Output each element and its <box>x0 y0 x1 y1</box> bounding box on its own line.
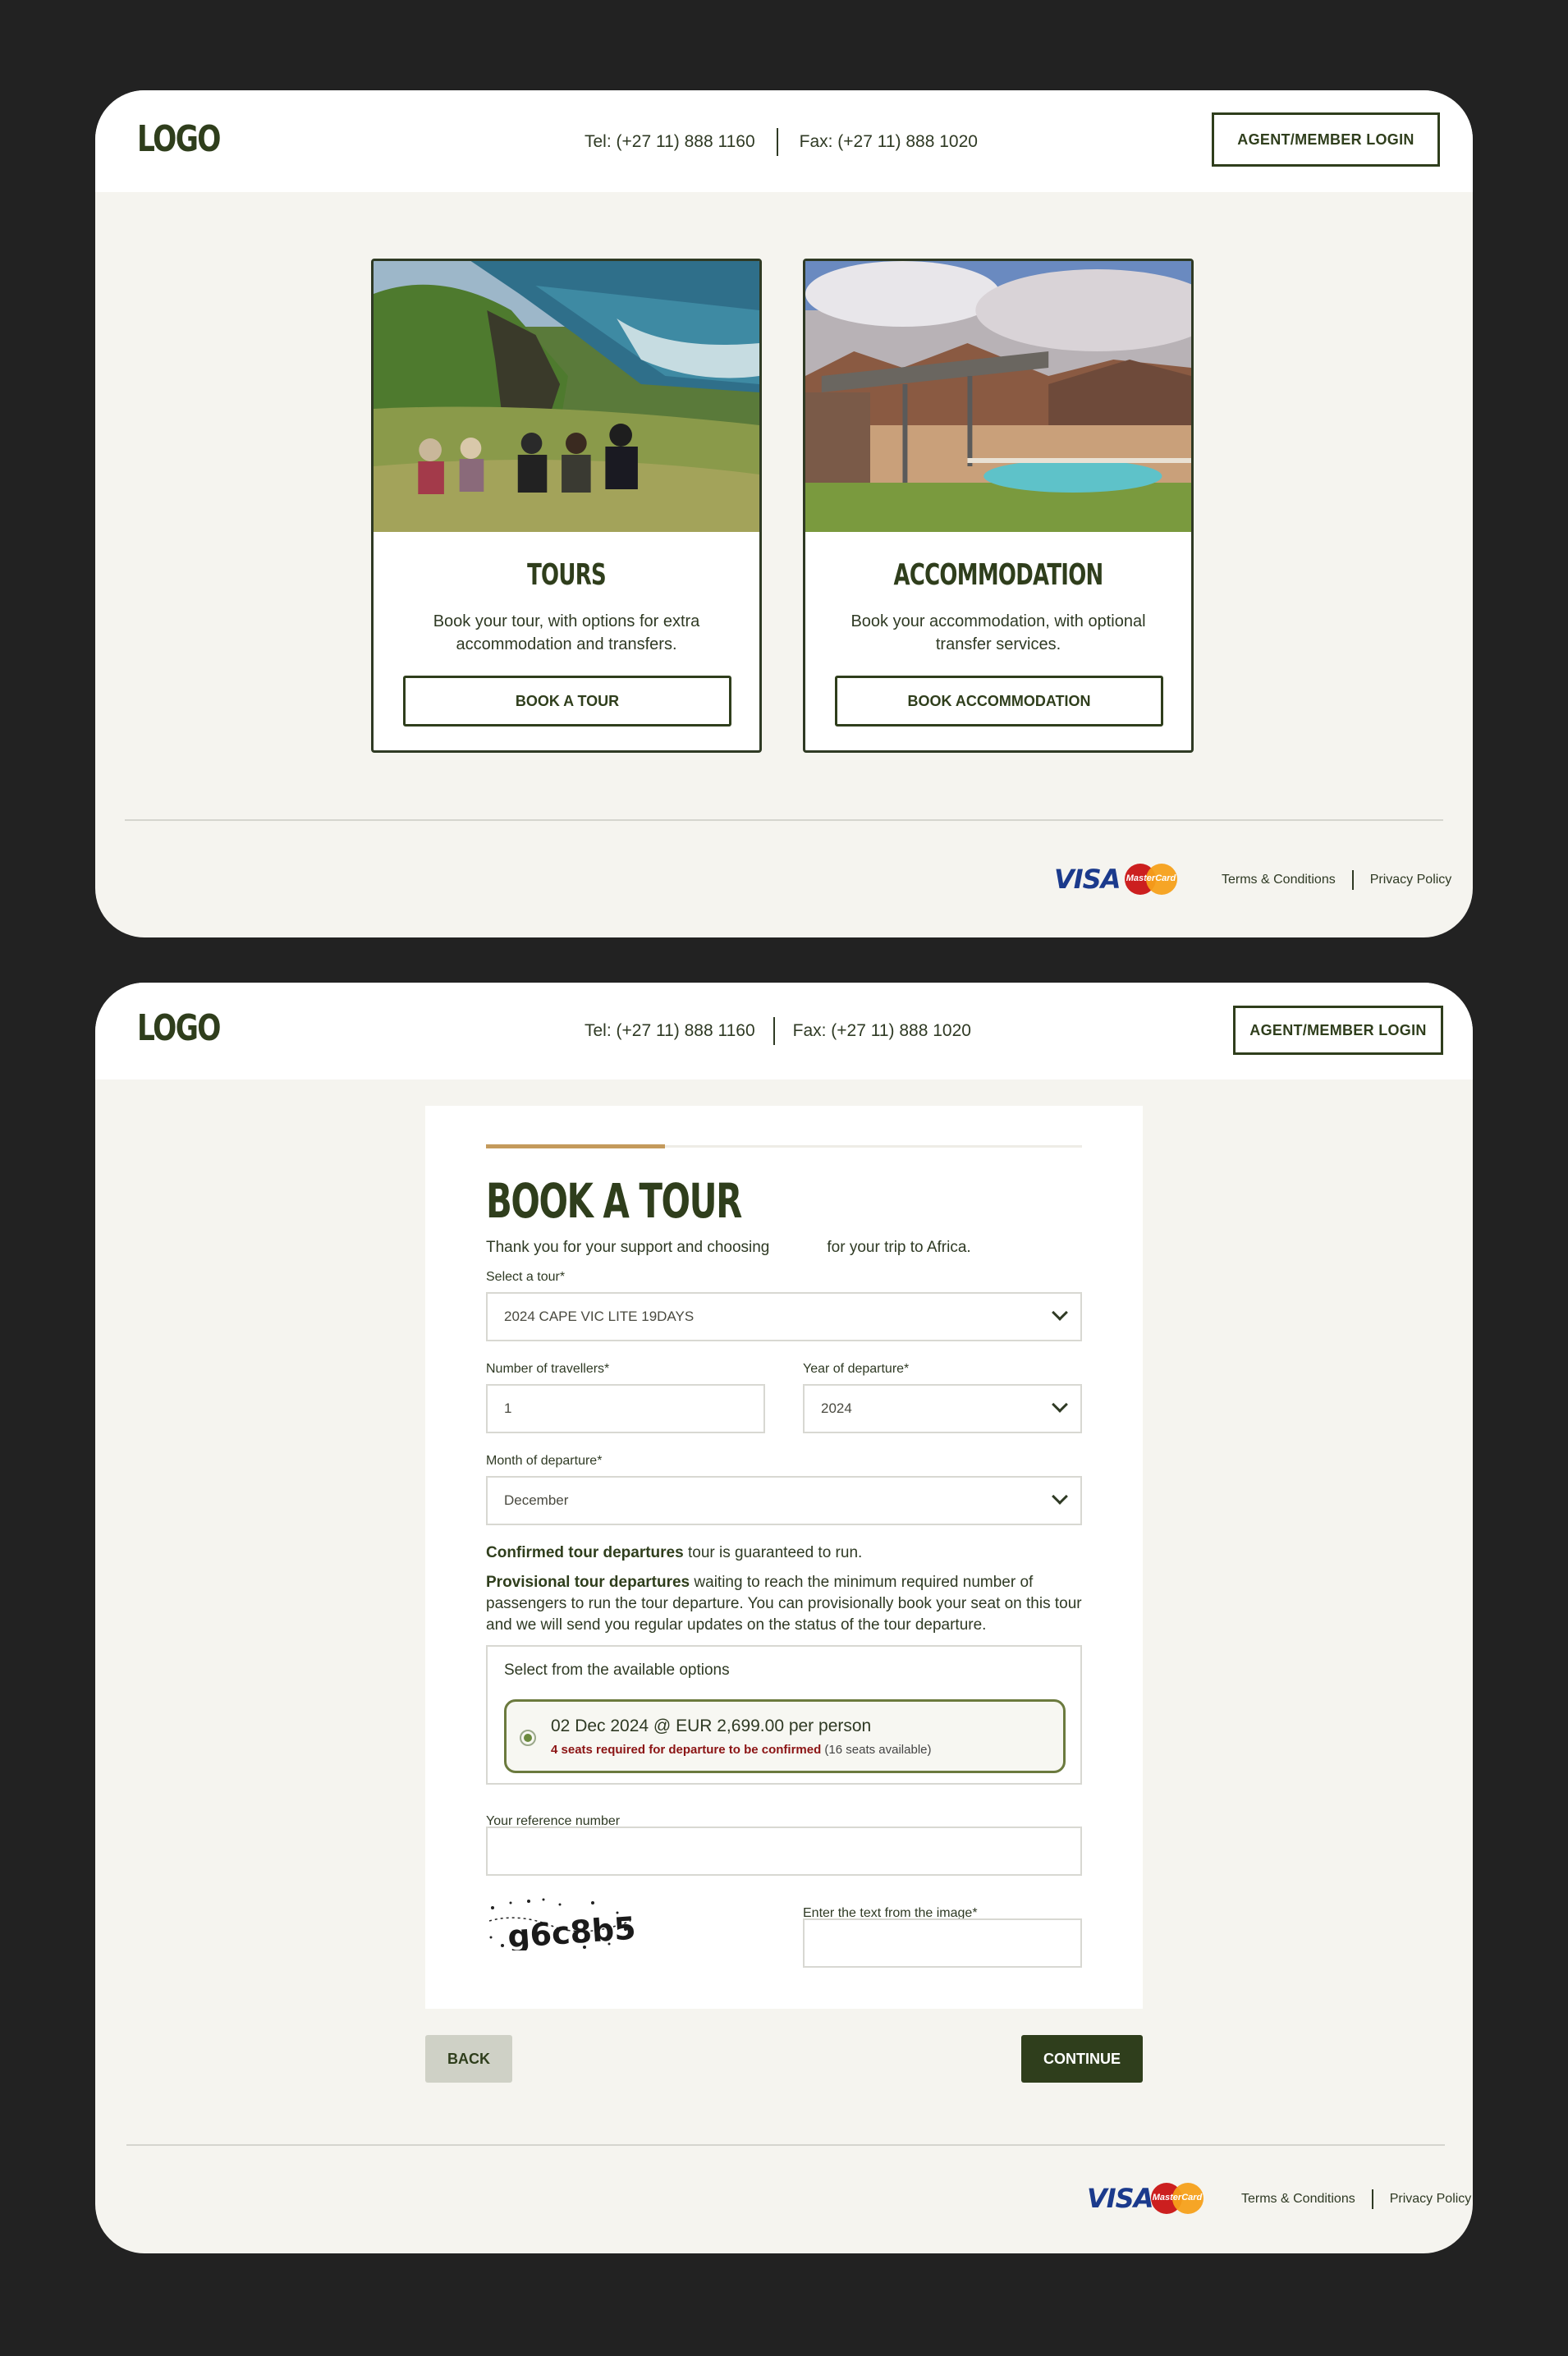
travellers-value: 1 <box>504 1400 512 1416</box>
book-accommodation-button[interactable]: BOOK ACCOMMODATION <box>835 676 1163 727</box>
card-description: Book your tour, with options for extra a… <box>433 612 700 653</box>
book-tour-button[interactable]: BOOK A TOUR <box>403 676 731 727</box>
option-seat-info: 4 seats required for departure to be con… <box>551 1743 932 1757</box>
accommodation-card: ACCOMMODATION Book your accommodation, w… <box>803 259 1194 753</box>
options-title: Select from the available options <box>504 1662 730 1679</box>
intro-text-start: Thank you for your support and choosing <box>486 1239 770 1256</box>
travellers-label: Number of travellers* <box>486 1362 610 1376</box>
contact-divider <box>773 1017 775 1045</box>
site-logo[interactable]: LOGO <box>137 118 222 160</box>
reference-input[interactable] <box>486 1827 1082 1876</box>
seats-required-text: 4 seats required for departure to be con… <box>551 1743 822 1757</box>
site-header: LOGO Tel: (+27 11) 888 1160 Fax: (+27 11… <box>95 90 1473 192</box>
card-description: Book your accommodation, with optional t… <box>850 612 1146 653</box>
footer-divider <box>126 2144 1445 2146</box>
confirmed-note-bold: Confirmed tour departures <box>486 1544 684 1561</box>
month-dropdown[interactable]: December <box>486 1476 1082 1525</box>
seats-available-text: (16 seats available) <box>821 1743 932 1757</box>
departure-options-box: Select from the available options 02 Dec… <box>486 1645 1082 1785</box>
form-title: BOOK A TOUR <box>486 1173 742 1229</box>
fax-number: Fax: (+27 11) 888 1020 <box>792 1021 971 1040</box>
booking-panel: LOGO Tel: (+27 11) 888 1160 Fax: (+27 11… <box>95 983 1473 2253</box>
fax-number: Fax: (+27 11) 888 1020 <box>799 132 978 151</box>
terms-link[interactable]: Terms & Conditions <box>1241 2192 1355 2207</box>
mastercard-logo: MasterCard <box>1151 2183 1204 2214</box>
radio-selected-dot <box>524 1734 532 1742</box>
radio-button[interactable] <box>520 1730 536 1746</box>
back-button[interactable]: BACK <box>425 2035 512 2083</box>
travellers-input[interactable]: 1 <box>486 1384 765 1433</box>
captcha-image: g6c8b5 <box>486 1896 634 1950</box>
site-logo[interactable]: LOGO <box>137 1007 222 1049</box>
visa-logo: VISA <box>1054 864 1121 895</box>
select-tour-label: Select a tour* <box>486 1270 566 1284</box>
footer-links: Terms & Conditions Privacy Policy <box>1241 2189 1471 2209</box>
desert-lodge-pool-photo <box>805 261 1191 532</box>
chevron-down-icon <box>1052 1488 1068 1505</box>
tours-card: TOURS Book your tour, with options for e… <box>371 259 762 753</box>
intro-text: Thank you for your support and choosing f… <box>486 1239 971 1257</box>
year-dropdown[interactable]: 2024 <box>803 1384 1082 1433</box>
agent-member-login-button[interactable]: AGENT/MEMBER LOGIN <box>1212 112 1440 167</box>
footer-link-divider <box>1351 870 1354 890</box>
visa-logo: VISA <box>1087 2183 1153 2214</box>
select-tour-dropdown[interactable]: 2024 CAPE VIC LITE 19DAYS <box>486 1292 1082 1341</box>
chevron-down-icon <box>1052 1396 1068 1413</box>
telephone-number: Tel: (+27 11) 888 1160 <box>585 1021 755 1040</box>
year-label: Year of departure* <box>803 1362 910 1376</box>
departure-option[interactable]: 02 Dec 2024 @ EUR 2,699.00 per person 4 … <box>504 1699 1066 1773</box>
confirmed-note-text: tour is guaranteed to run. <box>683 1544 863 1561</box>
select-tour-value: 2024 CAPE VIC LITE 19DAYS <box>504 1309 695 1324</box>
coastal-hikers-photo <box>374 261 759 532</box>
contact-info: Tel: (+27 11) 888 1160 Fax: (+27 11) 888… <box>585 1017 971 1045</box>
intro-text-end: for your trip to Africa. <box>827 1239 971 1256</box>
provisional-note: Provisional tour departures waiting to r… <box>486 1572 1085 1636</box>
agent-member-login-button[interactable]: AGENT/MEMBER LOGIN <box>1233 1006 1443 1055</box>
confirmed-note: Confirmed tour departures tour is guaran… <box>486 1542 1085 1564</box>
card-title: TOURS <box>527 558 607 592</box>
captcha-input[interactable] <box>803 1918 1082 1968</box>
provisional-note-bold: Provisional tour departures <box>486 1574 690 1591</box>
footer-divider <box>125 819 1443 821</box>
contact-divider <box>776 128 778 156</box>
chevron-down-icon <box>1052 1304 1068 1321</box>
progress-fill <box>486 1144 665 1148</box>
privacy-link[interactable]: Privacy Policy <box>1390 2192 1472 2207</box>
mastercard-logo: MasterCard <box>1125 864 1177 895</box>
terms-link[interactable]: Terms & Conditions <box>1222 873 1336 887</box>
landing-panel: LOGO Tel: (+27 11) 888 1160 Fax: (+27 11… <box>95 90 1473 937</box>
year-value: 2024 <box>821 1400 852 1416</box>
card-title: ACCOMMODATION <box>893 558 1103 592</box>
contact-info: Tel: (+27 11) 888 1160 Fax: (+27 11) 888… <box>585 128 978 156</box>
telephone-number: Tel: (+27 11) 888 1160 <box>585 132 755 151</box>
site-header: LOGO Tel: (+27 11) 888 1160 Fax: (+27 11… <box>95 983 1473 1079</box>
continue-button[interactable]: CONTINUE <box>1021 2035 1143 2083</box>
month-value: December <box>504 1492 569 1508</box>
footer-links: Terms & Conditions Privacy Policy <box>1222 870 1451 890</box>
month-label: Month of departure* <box>486 1454 603 1468</box>
privacy-link[interactable]: Privacy Policy <box>1370 873 1452 887</box>
book-tour-form: BOOK A TOUR Thank you for your support a… <box>425 1106 1143 2009</box>
option-date-price: 02 Dec 2024 @ EUR 2,699.00 per person <box>551 1717 872 1735</box>
footer-link-divider <box>1371 2189 1373 2209</box>
